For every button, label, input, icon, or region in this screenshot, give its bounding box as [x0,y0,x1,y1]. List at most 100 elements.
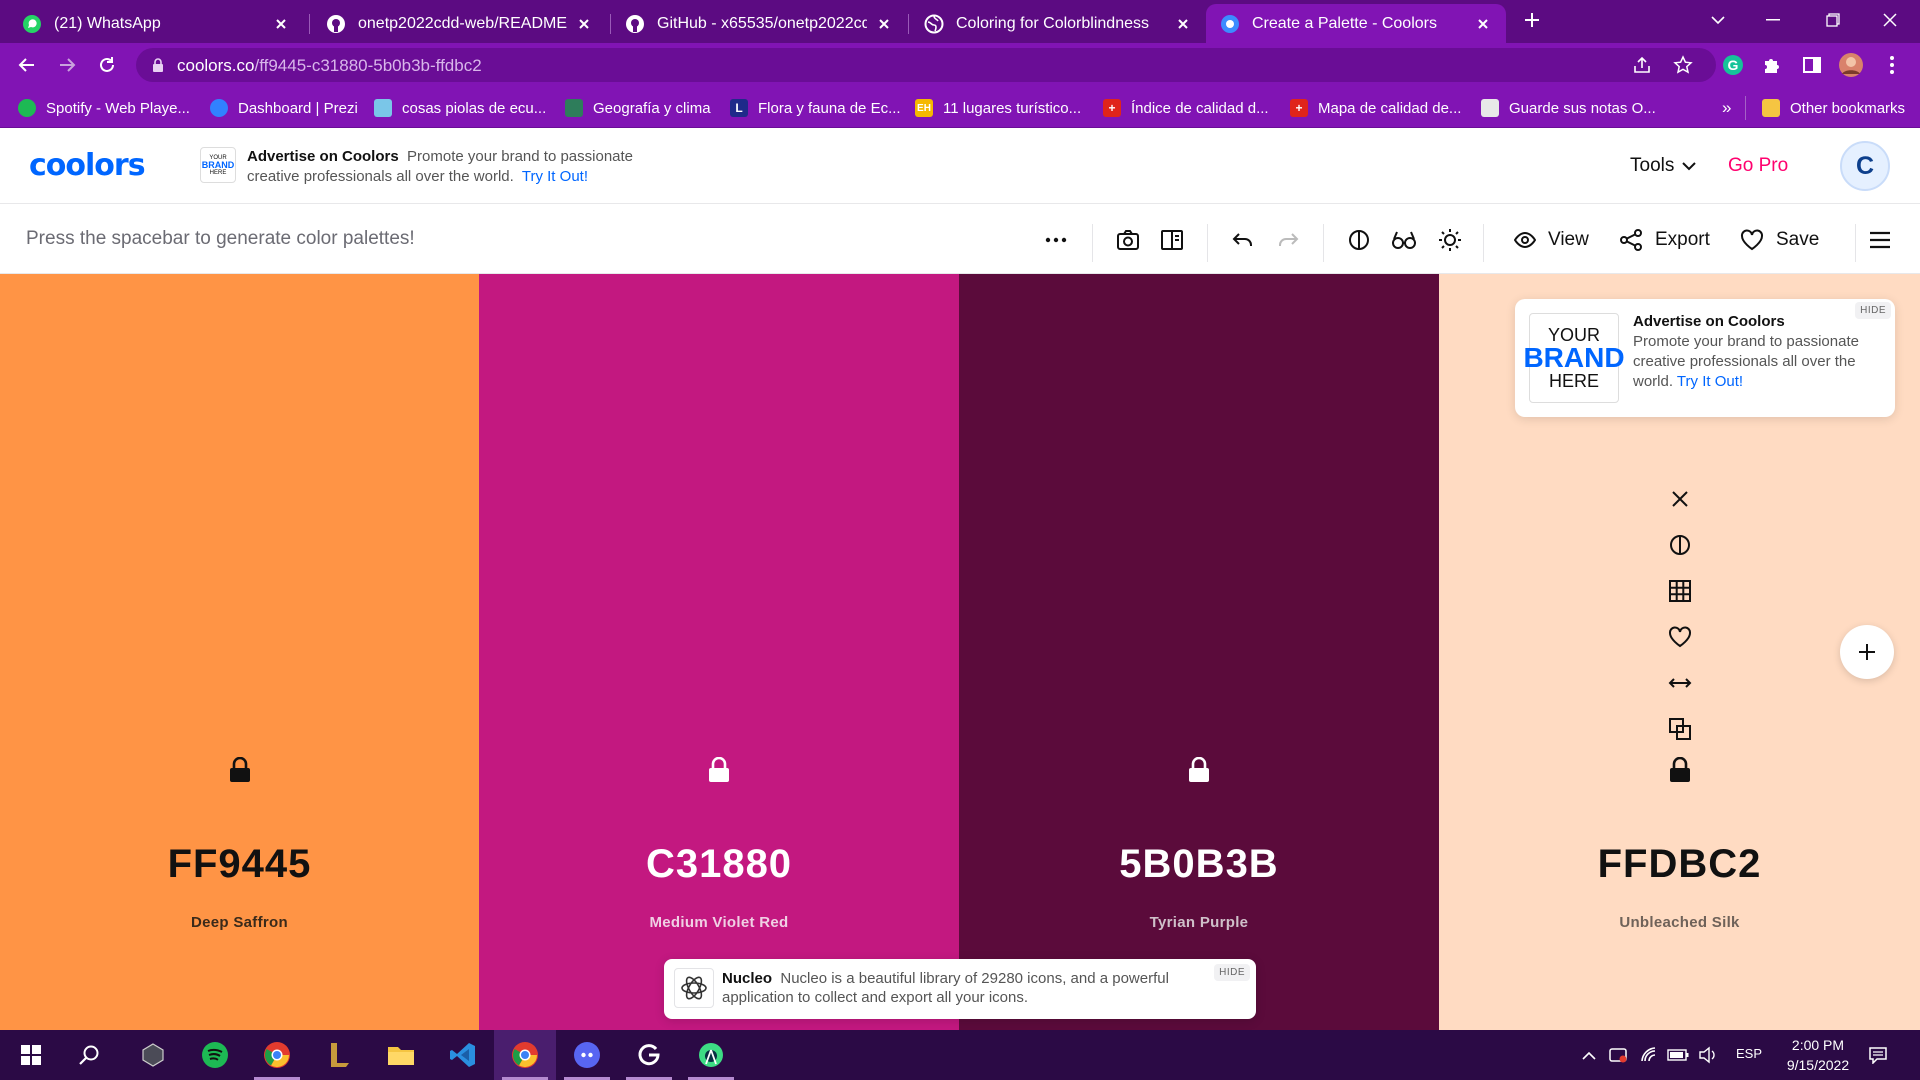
adjust-palette-button[interactable] [1436,226,1464,254]
avatar[interactable]: C [1840,141,1890,191]
view-shades-button[interactable] [1665,576,1695,606]
network-button[interactable] [1639,1044,1661,1066]
lock-button[interactable] [1669,757,1691,783]
bookmark-prezi[interactable]: Dashboard | Prezi [210,97,358,119]
camera-button[interactable] [1114,226,1142,254]
taskbar-app-logitech[interactable] [618,1030,680,1080]
chrome-menu-button[interactable] [1878,51,1906,79]
save-button[interactable]: Save [1740,226,1819,254]
bookmark-notas[interactable]: Guarde sus notas O... [1481,97,1656,119]
hamburger-menu-button[interactable] [1866,226,1894,254]
tab-colorblindness[interactable]: Coloring for Colorblindness [910,4,1206,43]
tab-readme[interactable]: onetp2022cdd-web/README.md [312,4,607,43]
close-icon[interactable] [272,15,290,33]
taskbar-app-vscode[interactable] [432,1030,494,1080]
minimize-button[interactable] [1745,0,1801,40]
tab-search-button[interactable] [1690,0,1746,40]
go-pro-link[interactable]: Go Pro [1728,155,1788,177]
tools-menu[interactable]: Tools [1630,155,1697,177]
notifications-button[interactable] [1867,1044,1889,1066]
profile-button[interactable] [1837,51,1865,79]
bookmark-indice[interactable]: + Índice de calidad d... [1103,97,1269,119]
taskbar-app-explorer[interactable] [370,1030,432,1080]
restore-button[interactable] [1805,0,1861,40]
taskbar-app-discord[interactable] [556,1030,618,1080]
start-button[interactable] [0,1030,62,1080]
tab-whatsapp[interactable]: (21) WhatsApp [8,4,304,43]
ad-link[interactable]: Try It Out! [522,168,588,185]
hide-ad-button[interactable]: HIDE [1855,302,1891,319]
bookmark-lugares[interactable]: EH 11 lugares turístico... [915,97,1081,119]
clock[interactable]: 2:00 PM 9/15/2022 [1768,1035,1868,1075]
bookmark-flora[interactable]: L Flora y fauna de Ec... [730,97,901,119]
ad-link[interactable]: Try It Out! [1677,373,1743,390]
bottom-ad[interactable]: Nucleo Nucleo is a beautiful library of … [664,959,1256,1019]
lock-button[interactable] [708,757,730,783]
new-tab-button[interactable] [1504,0,1560,40]
lock-button[interactable] [229,757,251,783]
shades-button[interactable] [1665,530,1695,560]
extensions-button[interactable] [1758,51,1786,79]
lock-button[interactable] [1188,757,1210,783]
layout-button[interactable] [1158,226,1186,254]
close-icon[interactable] [1174,15,1192,33]
taskbar-app-unity[interactable] [122,1030,184,1080]
share-icon[interactable] [1632,55,1652,75]
undo-button[interactable] [1229,226,1257,254]
battery-button[interactable] [1667,1044,1689,1066]
bookmark-geografia[interactable]: Geografía y clima [565,97,711,119]
redo-button[interactable] [1274,226,1302,254]
side-panel-button[interactable] [1798,51,1826,79]
hex-code[interactable]: C31880 [479,842,959,887]
address-bar[interactable]: coolors.co/ff9445-c31880-5b0b3b-ffdbc2 [136,48,1716,82]
coolors-logo[interactable]: coolors [29,148,146,183]
language-indicator[interactable]: ESP [1736,1046,1762,1061]
taskbar-app-chrome-2[interactable] [494,1030,556,1080]
tab-github[interactable]: GitHub - x65535/onetp2022cdd- [611,4,907,43]
add-color-button[interactable] [1840,625,1894,679]
bookmark-label: Mapa de calidad de... [1318,99,1462,117]
color-swatch[interactable]: 5B0B3B Tyrian Purple [959,274,1439,1030]
hex-code[interactable]: FF9445 [0,842,479,887]
close-icon[interactable] [875,15,893,33]
color-swatch[interactable]: FF9445 Deep Saffron [0,274,479,1030]
taskbar-app-spotify[interactable] [184,1030,246,1080]
side-ad[interactable]: YOUR BRAND HERE Advertise on Coolors Pro… [1515,299,1895,417]
reload-button[interactable] [93,51,121,79]
drag-handle[interactable] [1665,668,1695,698]
hex-code[interactable]: 5B0B3B [959,842,1439,887]
copy-hex-button[interactable] [1665,714,1695,744]
volume-button[interactable] [1697,1044,1719,1066]
close-icon[interactable] [575,15,593,33]
taskbar-app-chrome-1[interactable] [246,1030,308,1080]
other-bookmarks[interactable]: Other bookmarks [1762,97,1905,119]
view-button[interactable]: View [1514,226,1589,254]
tab-coolors[interactable]: Create a Palette - Coolors [1206,4,1506,43]
grammarly-extension[interactable]: G [1719,51,1747,79]
favorite-color-button[interactable] [1665,622,1695,652]
search-button[interactable] [58,1030,120,1080]
taskbar-app-lol[interactable] [308,1030,370,1080]
more-options-button[interactable] [1042,226,1070,254]
remove-color-button[interactable] [1665,484,1695,514]
export-button[interactable]: Export [1619,226,1710,254]
bookmark-mapa[interactable]: + Mapa de calidad de... [1290,97,1461,119]
show-hidden-icons-button[interactable] [1578,1044,1600,1066]
bookmarks-overflow-button[interactable]: » [1722,97,1731,119]
hex-code[interactable]: FFDBC2 [1439,842,1920,887]
folder-icon [388,1047,414,1065]
bookmark-spotify[interactable]: Spotify - Web Playe... [18,97,190,119]
taskbar-app-android-studio[interactable] [680,1030,742,1080]
close-window-button[interactable] [1862,0,1918,40]
wifi-icon [1641,1047,1656,1062]
contrast-button[interactable] [1345,226,1373,254]
color-blindness-button[interactable] [1390,226,1418,254]
back-button[interactable] [13,51,41,79]
hide-ad-button[interactable]: HIDE [1214,964,1250,981]
forward-button[interactable] [53,51,81,79]
close-icon[interactable] [1474,15,1492,33]
bookmark-cosas-piolas[interactable]: cosas piolas de ecu... [374,97,546,119]
star-icon[interactable] [1673,55,1693,75]
color-swatch[interactable]: C31880 Medium Violet Red [479,274,959,1030]
tray-app[interactable] [1607,1044,1629,1066]
